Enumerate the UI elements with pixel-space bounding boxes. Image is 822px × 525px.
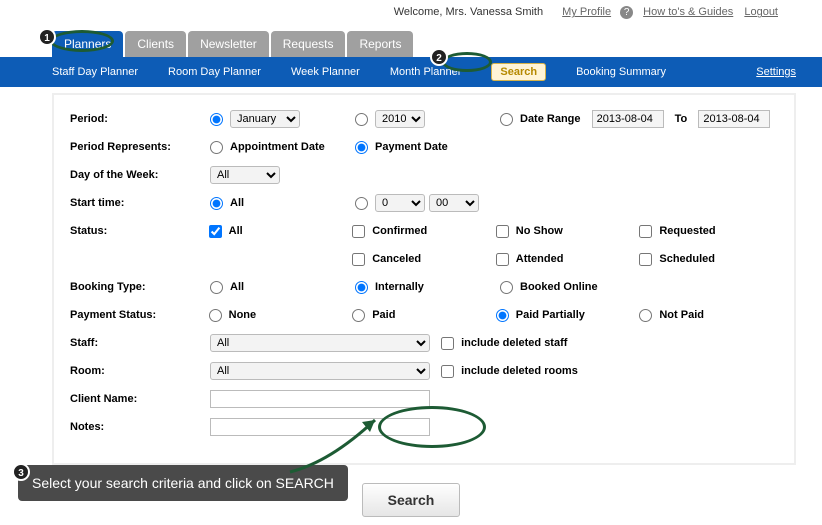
booking-label: Booking Type:	[70, 281, 210, 293]
pay-label: Payment Status:	[70, 309, 209, 321]
staff-label: Staff:	[70, 337, 210, 349]
badge-2: 2	[430, 48, 448, 66]
tab-clients[interactable]: Clients	[125, 31, 186, 57]
status-noshow-check[interactable]	[496, 225, 509, 238]
welcome-text: Welcome, Mrs. Vanessa Smith	[394, 6, 543, 18]
payment-date-text: Payment Date	[375, 141, 448, 153]
room-select[interactable]: All	[210, 362, 430, 380]
room-deleted-check[interactable]	[441, 365, 454, 378]
start-label: Start time:	[70, 197, 210, 209]
pay-notpaid-radio[interactable]	[639, 309, 652, 322]
howto-link[interactable]: How to's & Guides	[643, 6, 733, 18]
staff-deleted-check[interactable]	[441, 337, 454, 350]
client-label: Client Name:	[70, 393, 210, 405]
status-requested-text: Requested	[659, 225, 715, 237]
help-icon: ?	[620, 6, 633, 19]
tab-newsletter[interactable]: Newsletter	[188, 31, 269, 57]
notes-label: Notes:	[70, 421, 210, 433]
subnav-month[interactable]: Month Planner	[390, 66, 462, 78]
status-requested-check[interactable]	[639, 225, 652, 238]
start-time-radio[interactable]	[355, 197, 368, 210]
main-tabs: PlannersClientsNewsletterRequestsReports	[0, 31, 822, 57]
status-scheduled-text: Scheduled	[659, 253, 715, 265]
date-from-input[interactable]	[592, 110, 664, 128]
staff-deleted-text: include deleted staff	[461, 337, 567, 349]
subnav-week[interactable]: Week Planner	[291, 66, 360, 78]
staff-select[interactable]: All	[210, 334, 430, 352]
notes-input[interactable]	[210, 418, 430, 436]
payment-date-radio[interactable]	[355, 141, 368, 154]
subnav-booking[interactable]: Booking Summary	[576, 66, 666, 78]
status-noshow-text: No Show	[516, 225, 563, 237]
pay-none-text: None	[229, 309, 257, 321]
tab-requests[interactable]: Requests	[271, 31, 346, 57]
booking-online-radio[interactable]	[500, 281, 513, 294]
pay-paid-radio[interactable]	[352, 309, 365, 322]
callout-text: Select your search criteria and click on…	[18, 465, 348, 501]
status-label: Status:	[70, 225, 209, 237]
start-all-radio[interactable]	[210, 197, 223, 210]
appt-date-text: Appointment Date	[230, 141, 325, 153]
status-scheduled-check[interactable]	[639, 253, 652, 266]
status-canceled-check[interactable]	[352, 253, 365, 266]
pay-none-radio[interactable]	[209, 309, 222, 322]
period-label: Period:	[70, 113, 210, 125]
status-all-text: All	[229, 225, 243, 237]
start-min-select[interactable]: 00	[429, 194, 479, 212]
my-profile-link[interactable]: My Profile	[562, 6, 611, 18]
period-year-select[interactable]: 2010	[375, 110, 425, 128]
tab-reports[interactable]: Reports	[347, 31, 413, 57]
date-range-label: Date Range	[520, 113, 581, 125]
room-label: Room:	[70, 365, 210, 377]
status-confirmed-text: Confirmed	[372, 225, 427, 237]
status-attended-text: Attended	[516, 253, 564, 265]
appt-date-radio[interactable]	[210, 141, 223, 154]
periodrep-label: Period Represents:	[70, 141, 210, 153]
booking-internal-radio[interactable]	[355, 281, 368, 294]
booking-online-text: Booked Online	[520, 281, 598, 293]
status-confirmed-check[interactable]	[352, 225, 365, 238]
status-all-check[interactable]	[209, 225, 222, 238]
status-canceled-text: Canceled	[372, 253, 421, 265]
dow-label: Day of the Week:	[70, 169, 210, 181]
pay-partial-text: Paid Partially	[516, 309, 585, 321]
search-button[interactable]: Search	[362, 483, 460, 517]
start-hour-select[interactable]: 0	[375, 194, 425, 212]
room-deleted-text: include deleted rooms	[461, 365, 578, 377]
pay-partial-radio[interactable]	[496, 309, 509, 322]
pay-notpaid-text: Not Paid	[659, 309, 704, 321]
status-attended-check[interactable]	[496, 253, 509, 266]
client-input[interactable]	[210, 390, 430, 408]
badge-1: 1	[38, 28, 56, 46]
period-month-radio[interactable]	[210, 113, 223, 126]
logout-link[interactable]: Logout	[744, 6, 778, 18]
tab-planners[interactable]: Planners	[52, 31, 123, 57]
period-year-radio[interactable]	[355, 113, 368, 126]
period-month-select[interactable]: January	[230, 110, 300, 128]
start-all-text: All	[230, 197, 244, 209]
date-to-label: To	[675, 113, 688, 125]
header-bar: Welcome, Mrs. Vanessa Smith My Profile ?…	[0, 0, 822, 23]
search-form: Period: January 2010 Date Range To Perio…	[52, 93, 796, 465]
date-range-radio[interactable]	[500, 113, 513, 126]
booking-all-radio[interactable]	[210, 281, 223, 294]
dow-select[interactable]: All	[210, 166, 280, 184]
subnav-room-day[interactable]: Room Day Planner	[168, 66, 261, 78]
booking-all-text: All	[230, 281, 244, 293]
subnav-search[interactable]: Search	[491, 63, 546, 81]
sub-nav: Staff Day Planner Room Day Planner Week …	[0, 57, 822, 87]
booking-internal-text: Internally	[375, 281, 424, 293]
date-to-input[interactable]	[698, 110, 770, 128]
pay-paid-text: Paid	[372, 309, 395, 321]
subnav-settings[interactable]: Settings	[756, 66, 796, 78]
subnav-staff-day[interactable]: Staff Day Planner	[52, 66, 138, 78]
badge-3: 3	[12, 463, 30, 481]
